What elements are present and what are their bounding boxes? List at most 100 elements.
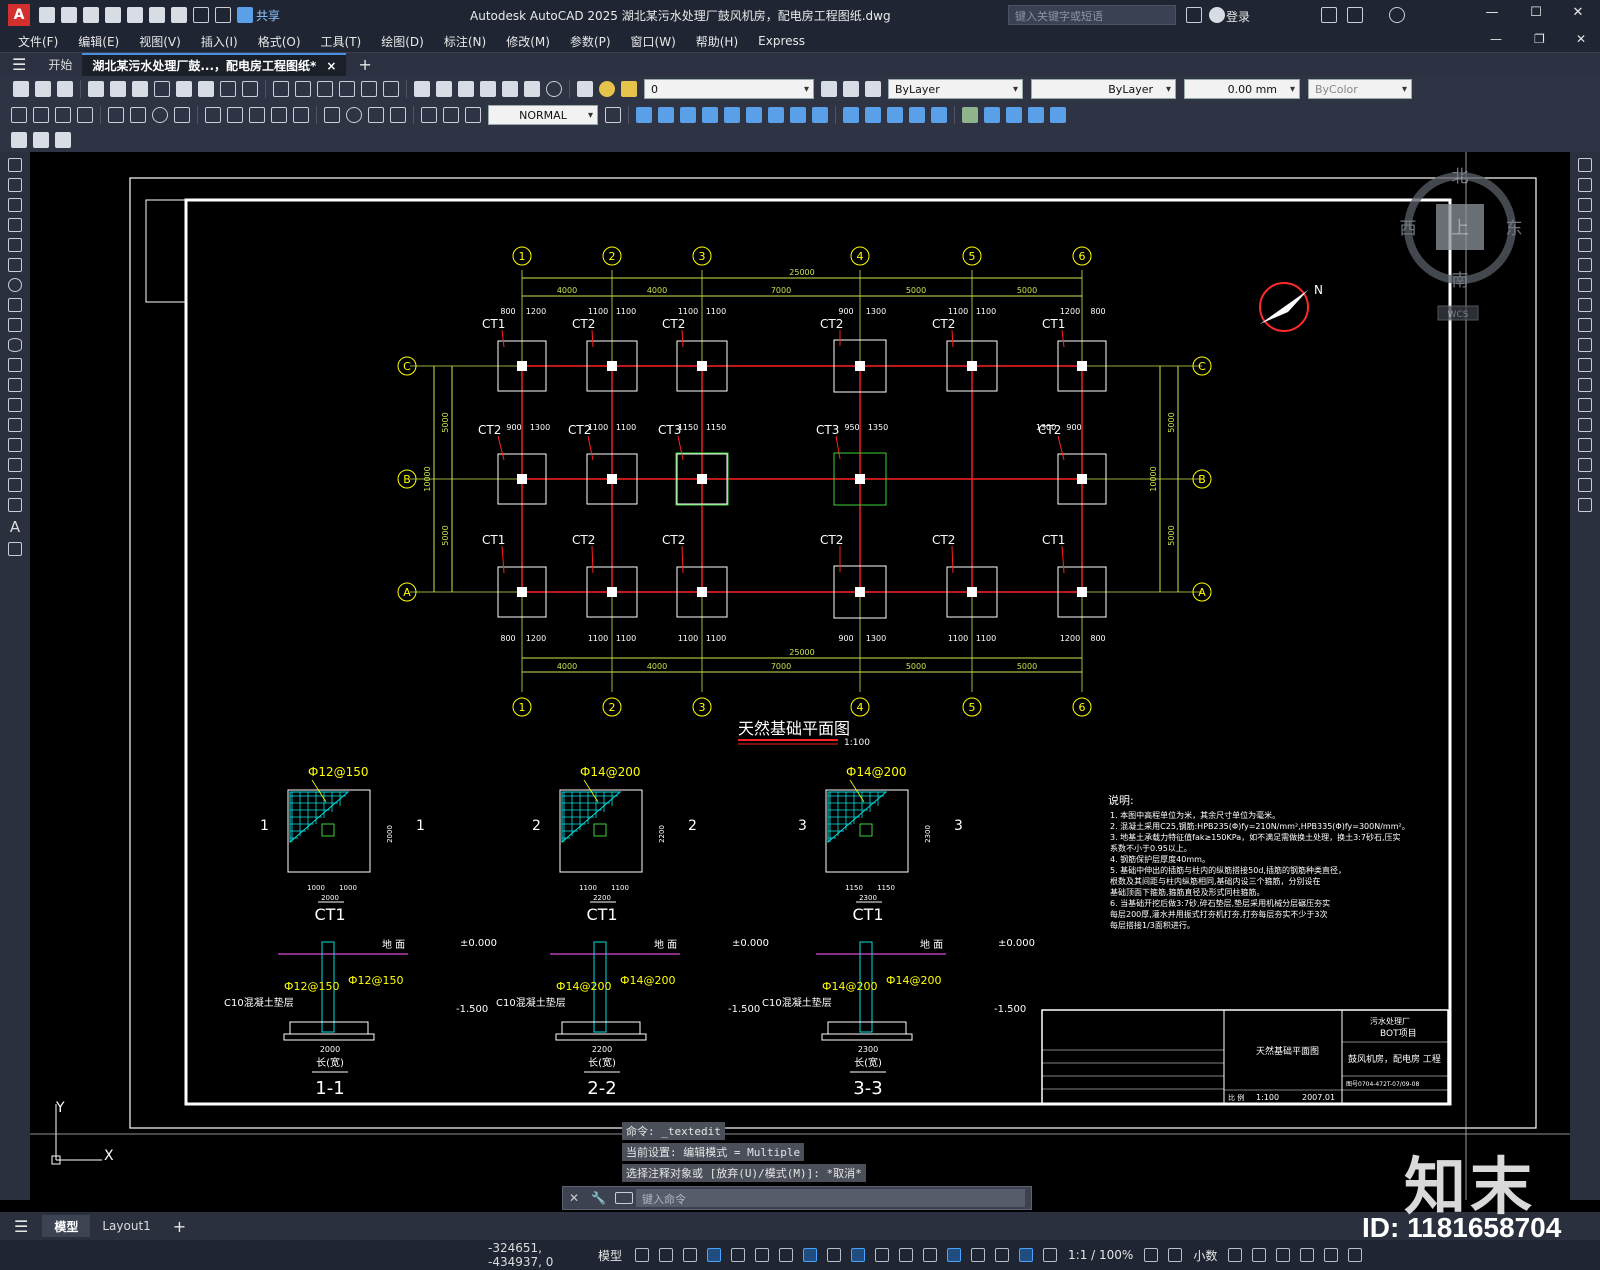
dim-break-icon[interactable] bbox=[293, 107, 309, 123]
undo-icon[interactable] bbox=[273, 81, 289, 97]
doc-minimize-button[interactable]: — bbox=[1490, 32, 1502, 46]
customize-icon[interactable] bbox=[55, 132, 71, 148]
break-at-point-icon[interactable] bbox=[1578, 378, 1592, 392]
workspace-settings-icon[interactable] bbox=[33, 132, 49, 148]
baseline-dim-icon[interactable] bbox=[227, 107, 243, 123]
autodesk-account-icon[interactable] bbox=[1347, 7, 1363, 23]
minimize-button[interactable]: — bbox=[1478, 5, 1506, 25]
match-properties-icon[interactable] bbox=[220, 81, 236, 97]
dim-update-icon[interactable] bbox=[465, 107, 481, 123]
dim-style-manager-icon[interactable] bbox=[605, 107, 621, 123]
menu-view[interactable]: 视图(V) bbox=[129, 33, 191, 50]
units-dropdown[interactable]: 小数 bbox=[1193, 1247, 1217, 1264]
modify-stretch-icon[interactable] bbox=[790, 107, 806, 123]
make-block-icon[interactable] bbox=[984, 107, 1000, 123]
save-icon[interactable] bbox=[83, 7, 99, 23]
insert-block-icon[interactable] bbox=[8, 378, 22, 392]
tab-model[interactable]: 模型 bbox=[42, 1215, 91, 1237]
viewcube[interactable]: 上 北 南 东 西 WCS bbox=[1400, 167, 1523, 321]
close-window-button[interactable]: ✕ bbox=[1564, 5, 1592, 25]
help-icon[interactable] bbox=[1389, 7, 1405, 23]
print-preview-icon[interactable] bbox=[110, 81, 126, 97]
design-center-icon[interactable] bbox=[436, 81, 452, 97]
modify-offset-icon[interactable] bbox=[680, 107, 696, 123]
ordinate-dim-icon[interactable] bbox=[77, 107, 93, 123]
gradient-icon[interactable] bbox=[8, 458, 22, 472]
lineweight-dropdown[interactable]: 0.00 mm bbox=[1184, 79, 1300, 99]
quick-dim-icon[interactable] bbox=[205, 107, 221, 123]
modify-scale-icon[interactable] bbox=[768, 107, 784, 123]
close-tab-icon[interactable]: × bbox=[326, 59, 336, 73]
ortho-icon[interactable] bbox=[731, 1248, 746, 1262]
publish-icon[interactable] bbox=[132, 81, 148, 97]
menu-insert[interactable]: 插入(I) bbox=[191, 33, 248, 50]
linetype-dropdown[interactable]: ByLayer bbox=[1031, 79, 1176, 99]
workspace-icon[interactable] bbox=[11, 132, 27, 148]
make-block-icon[interactable] bbox=[8, 398, 22, 412]
quick-properties-icon[interactable] bbox=[1228, 1248, 1243, 1262]
maximize-button[interactable]: ☐ bbox=[1522, 5, 1550, 25]
erase-icon[interactable] bbox=[1578, 158, 1592, 172]
zoom-window-icon[interactable] bbox=[361, 81, 377, 97]
model-space-button[interactable]: 模型 bbox=[598, 1247, 622, 1264]
command-close-icon[interactable]: ✕ bbox=[569, 1191, 579, 1205]
doc-close-button[interactable]: ✕ bbox=[1576, 32, 1586, 46]
gizmo-icon[interactable] bbox=[995, 1248, 1010, 1262]
drawing-canvas[interactable]: 1 1 2 2 3 3 4 4 5 5 6 6 C C B B A A 25000 4000 4000 7000 5000 5… bbox=[30, 152, 1570, 1200]
copy-icon[interactable] bbox=[176, 81, 192, 97]
grid-icon[interactable] bbox=[635, 1248, 650, 1262]
new-file-icon[interactable] bbox=[39, 7, 55, 23]
modify-fillet-icon[interactable] bbox=[931, 107, 947, 123]
menu-parametric[interactable]: 参数(P) bbox=[560, 33, 621, 50]
continue-dim-icon[interactable] bbox=[249, 107, 265, 123]
extend-icon[interactable] bbox=[1578, 358, 1592, 372]
scale-icon[interactable] bbox=[1578, 298, 1592, 312]
make-current-layer-icon[interactable] bbox=[821, 81, 837, 97]
dim-edit-icon[interactable] bbox=[421, 107, 437, 123]
aligned-dim-icon[interactable] bbox=[33, 107, 49, 123]
zoom-previous-icon[interactable] bbox=[383, 81, 399, 97]
jogged-dim-icon[interactable] bbox=[130, 107, 146, 123]
undo-icon[interactable] bbox=[193, 7, 209, 23]
transparency-icon[interactable] bbox=[875, 1248, 890, 1262]
plotstyle-dropdown[interactable]: ByColor bbox=[1308, 79, 1412, 99]
markup-icon[interactable] bbox=[502, 81, 518, 97]
modify-break-icon[interactable] bbox=[865, 107, 881, 123]
explode-icon[interactable] bbox=[1578, 498, 1592, 512]
modify-trim-icon[interactable] bbox=[812, 107, 828, 123]
stretch-icon[interactable] bbox=[1578, 318, 1592, 332]
color-dropdown[interactable]: ByLayer bbox=[888, 79, 1023, 99]
linear-dim-icon[interactable] bbox=[11, 107, 27, 123]
pan-icon[interactable] bbox=[317, 81, 333, 97]
share-icon[interactable] bbox=[237, 7, 253, 23]
trim-icon[interactable] bbox=[1578, 338, 1592, 352]
plot-icon[interactable] bbox=[171, 7, 187, 23]
command-input[interactable]: 键入命令 bbox=[636, 1189, 1025, 1207]
modify-move-icon[interactable] bbox=[724, 107, 740, 123]
tab-drawing[interactable]: 湖北某污水处理厂鼓...，配电房工程图纸* × bbox=[82, 52, 347, 77]
hamburger-icon[interactable]: ☰ bbox=[12, 55, 26, 74]
user-icon[interactable] bbox=[1209, 7, 1225, 23]
menu-window[interactable]: 窗口(W) bbox=[621, 33, 686, 50]
menu-modify[interactable]: 修改(M) bbox=[496, 33, 560, 50]
login-button[interactable]: 登录 bbox=[1226, 8, 1250, 25]
cart-icon[interactable] bbox=[1321, 7, 1337, 23]
redo-icon[interactable] bbox=[215, 7, 231, 23]
snap-icon[interactable] bbox=[659, 1248, 674, 1262]
image-icon[interactable] bbox=[1050, 107, 1066, 123]
dimstyle-dropdown[interactable]: NORMAL bbox=[488, 105, 598, 125]
multiline-text-icon[interactable]: A bbox=[0, 518, 30, 536]
object-snap-tracking-icon[interactable] bbox=[803, 1248, 818, 1262]
menu-dimension[interactable]: 标注(N) bbox=[434, 33, 496, 50]
inspection-icon[interactable] bbox=[368, 107, 384, 123]
command-customize-icon[interactable]: 🔧 bbox=[591, 1191, 606, 1205]
menu-edit[interactable]: 编辑(E) bbox=[68, 33, 129, 50]
auto-scale-icon[interactable] bbox=[1043, 1248, 1058, 1262]
menu-file[interactable]: 文件(F) bbox=[8, 33, 68, 50]
dim-text-edit-icon[interactable] bbox=[443, 107, 459, 123]
clean-screen-icon[interactable] bbox=[1324, 1248, 1339, 1262]
rotate-icon[interactable] bbox=[1578, 278, 1592, 292]
share-label[interactable]: 共享 bbox=[256, 7, 280, 24]
search-input[interactable]: 键入关键字或短语 bbox=[1008, 5, 1176, 25]
construction-line-icon[interactable] bbox=[8, 178, 22, 192]
